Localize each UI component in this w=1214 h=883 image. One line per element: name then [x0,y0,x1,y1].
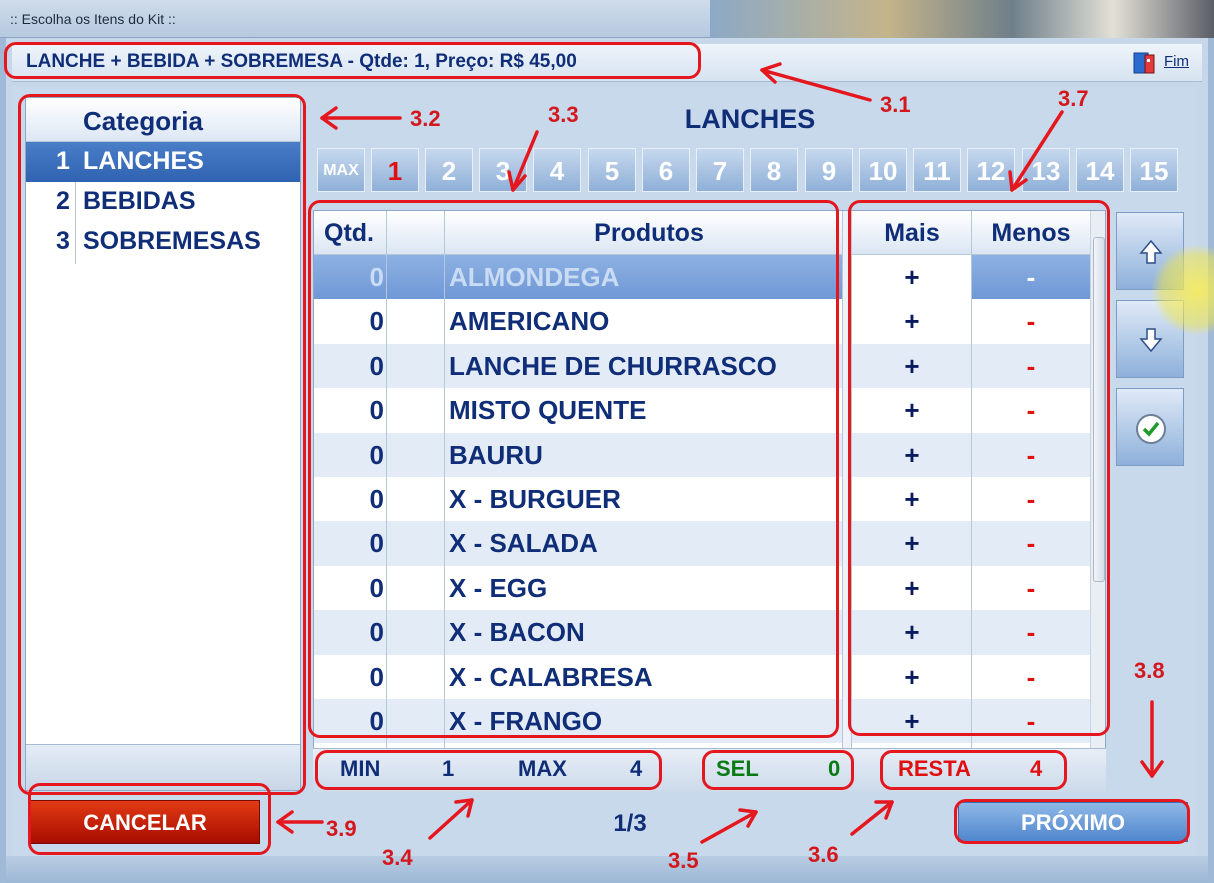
annotation-label-3-4: 3.4 [382,845,413,870]
annotation-label-3-6: 3.6 [808,842,839,867]
annotation-label-3-1: 3.1 [880,92,911,117]
annotation-label-3-8: 3.8 [1134,658,1165,683]
annotation-label-3-2: 3.2 [410,106,441,131]
annotation-label-3-3: 3.3 [548,102,579,127]
annotation-arrows [276,62,1164,844]
annotation-label-3-5: 3.5 [668,848,699,873]
annotation-label-3-7: 3.7 [1058,86,1089,111]
annotation-label-3-9: 3.9 [326,816,357,841]
